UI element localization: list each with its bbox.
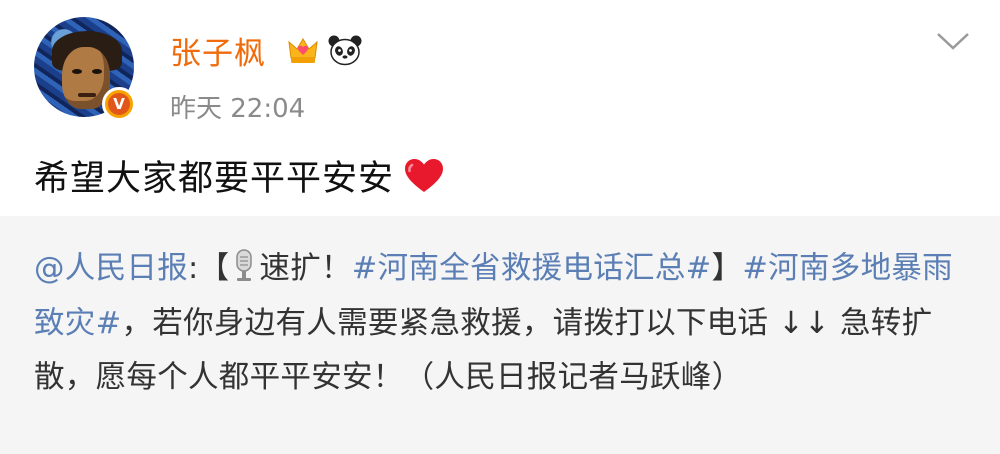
avatar-mouth xyxy=(78,93,96,97)
microphone-icon xyxy=(236,249,253,281)
mention-link[interactable]: @人民日报 xyxy=(34,251,188,286)
avatar-eye-left xyxy=(72,69,82,74)
avatar-eye-right xyxy=(92,69,102,74)
panda-icon[interactable] xyxy=(328,34,362,66)
repost-card[interactable]: @人民日报:【 速扩！#河南全省救援电话汇总#】#河南多地暴雨致灾#，若你身边有… xyxy=(0,216,1000,454)
post-content: 希望大家都要平平安安 xyxy=(34,150,444,201)
post-text: 希望大家都要平平安安 xyxy=(34,159,395,199)
username[interactable]: 张子枫 xyxy=(170,28,266,73)
repost-bracket: 】 xyxy=(711,251,743,286)
heart-icon xyxy=(405,158,444,192)
chevron-down-icon[interactable] xyxy=(935,30,971,52)
crown-icon[interactable] xyxy=(288,36,318,64)
post-timestamp: 昨天 22:04 xyxy=(170,94,306,124)
repost-colon: :【 xyxy=(188,251,230,286)
repost-body: ，若你身边有人需要紧急救援，请拨打以下电话 ↓↓ 急转扩散，愿每个人都平平安安！… xyxy=(34,305,933,396)
repost-speed: 速扩！ xyxy=(259,251,352,286)
verified-badge-icon: V xyxy=(102,87,136,121)
topic-link-emergency[interactable]: #河南全省救援电话汇总# xyxy=(352,251,712,286)
repost-text: @人民日报:【 速扩！#河南全省救援电话汇总#】#河南多地暴雨致灾#，若你身边有… xyxy=(34,242,974,406)
